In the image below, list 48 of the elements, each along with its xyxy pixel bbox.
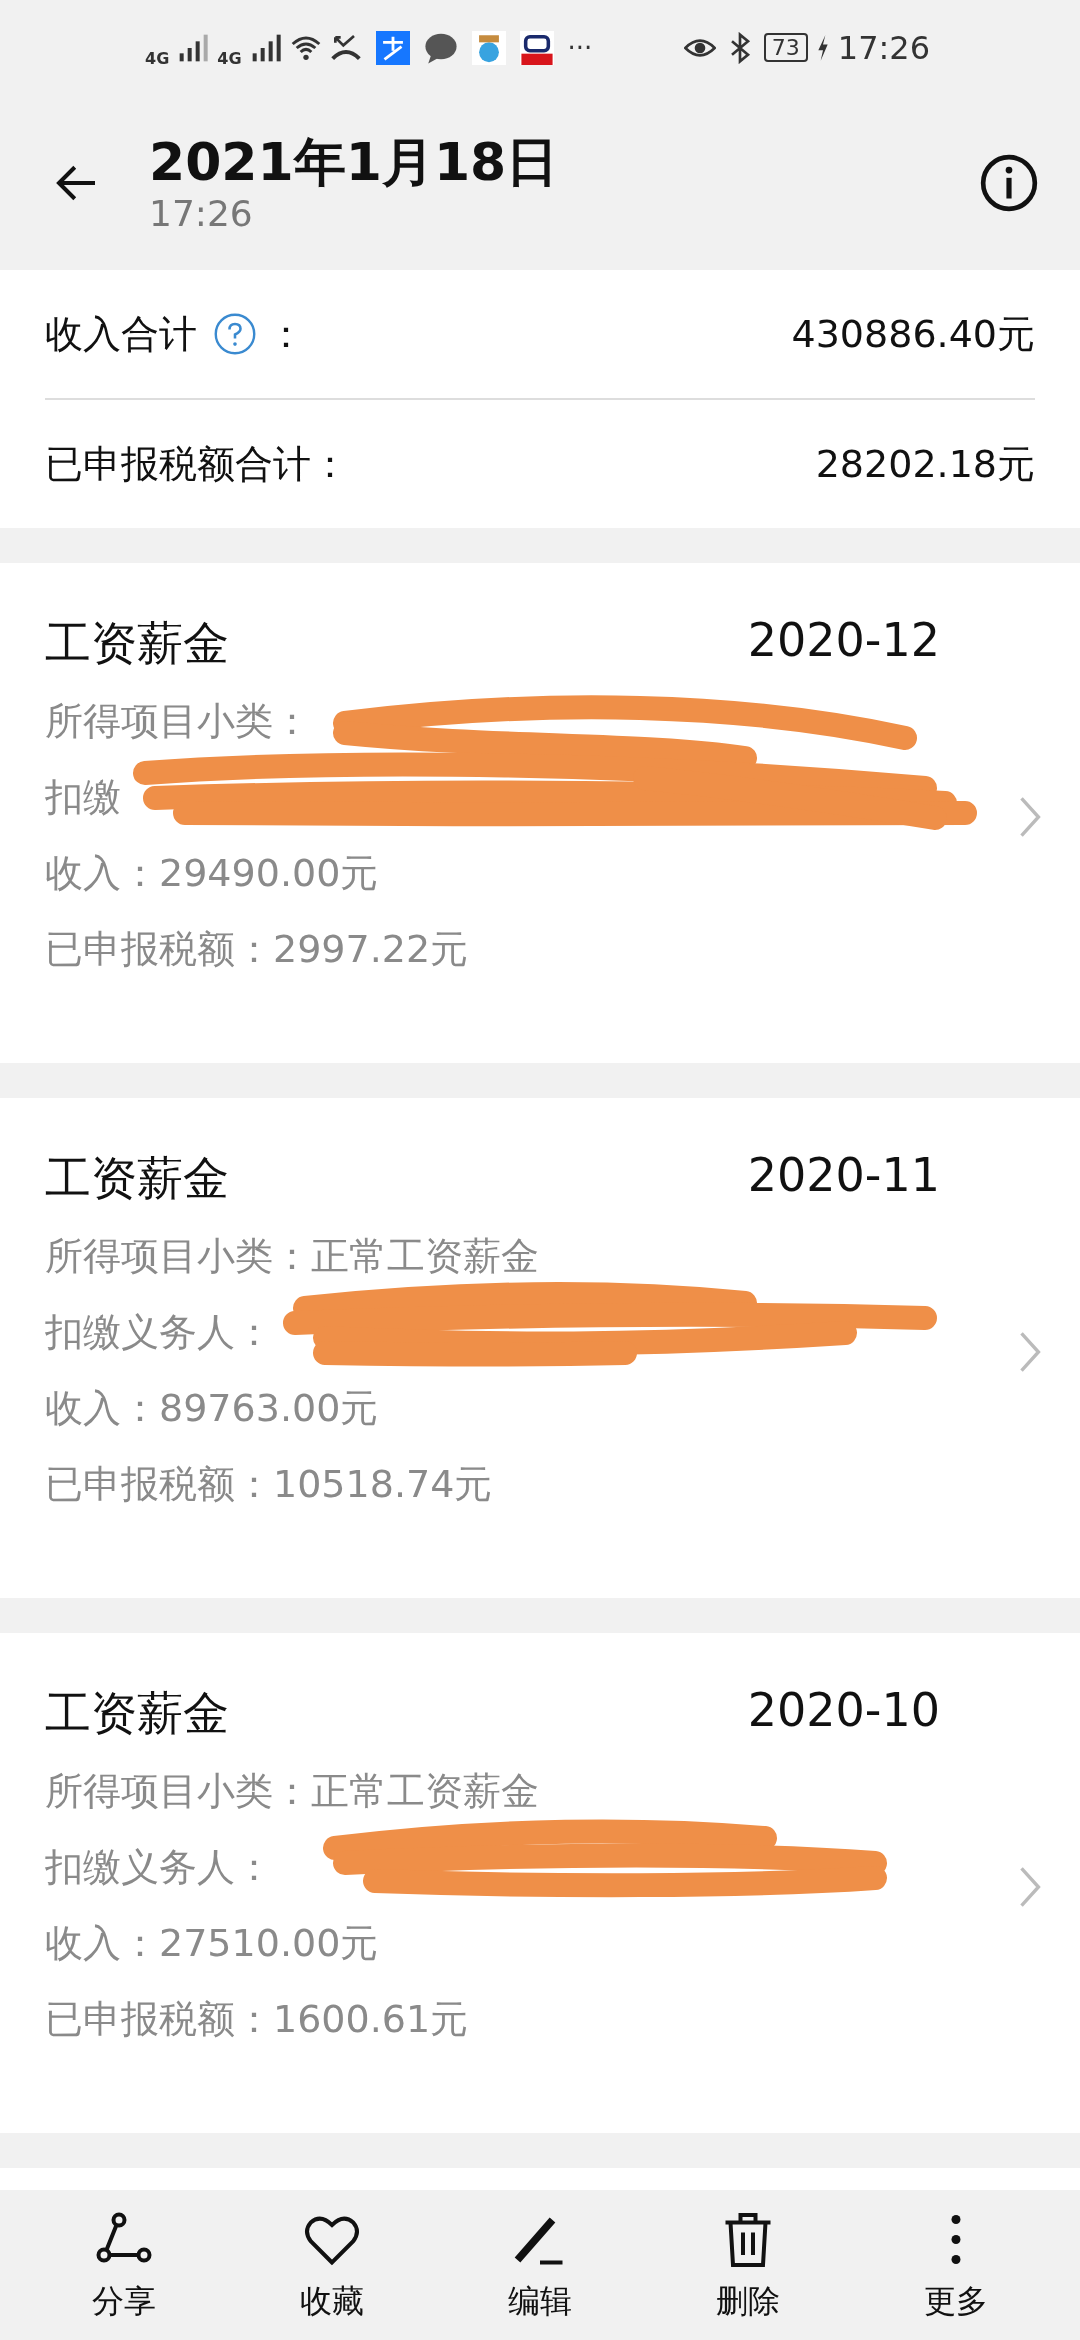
more-notifications: ··· bbox=[567, 32, 593, 63]
app-icon bbox=[519, 30, 554, 65]
withholder-label: 扣缴 bbox=[45, 774, 121, 821]
subcategory-label: 所得项目小类： bbox=[45, 698, 311, 745]
chevron-icon bbox=[1018, 795, 1042, 839]
more-icon bbox=[951, 2214, 961, 2265]
favorite-button[interactable]: 收藏 bbox=[252, 2190, 412, 2340]
more-button[interactable]: 更多 bbox=[876, 2190, 1036, 2340]
record-card[interactable]: 工资薪金 2020-11 所得项目小类：正常工资薪金 扣缴义务人： 收入：89763.00元 已申报税额：10518.74元 bbox=[0, 1098, 1080, 1598]
income-text: 收入：27510.00元 bbox=[45, 1920, 380, 1967]
record-title: 工资薪金 bbox=[45, 1150, 229, 1207]
chevron-icon bbox=[1018, 1330, 1042, 1374]
subcategory-label: 所得项目小类： bbox=[45, 1233, 311, 1280]
network-label: 4G bbox=[145, 49, 170, 68]
record-period: 2020-11 bbox=[747, 1148, 940, 1204]
record-title: 工资薪金 bbox=[45, 615, 229, 672]
summary-label: 已申报税额合计： bbox=[45, 440, 349, 488]
tax-text: 已申报税额：2997.22元 bbox=[45, 926, 470, 973]
help-icon[interactable] bbox=[213, 312, 257, 356]
record-period: 2020-12 bbox=[747, 613, 940, 669]
income-text: 收入：89763.00元 bbox=[45, 1385, 380, 1432]
page-subtitle: 17:26 bbox=[149, 193, 254, 235]
edit-button[interactable]: 编辑 bbox=[460, 2190, 620, 2340]
record-period: 2020-10 bbox=[747, 1683, 940, 1739]
app-icon bbox=[375, 30, 410, 65]
page-title: 2021年1月18日 bbox=[149, 130, 559, 194]
summary-value: 430886.40元 bbox=[791, 310, 1035, 358]
chevron-icon bbox=[1018, 1865, 1042, 1909]
subcategory-label: 所得项目小类： bbox=[45, 1768, 311, 1815]
subcategory-value: 正常工资薪金 bbox=[311, 1768, 539, 1815]
tax-text: 已申报税额：1600.61元 bbox=[45, 1996, 470, 2043]
withholder-label: 扣缴义务人： bbox=[45, 1309, 273, 1356]
share-button[interactable]: 分享 bbox=[44, 2190, 204, 2340]
app-icon bbox=[471, 30, 506, 65]
summary-value: 28202.18元 bbox=[815, 440, 1035, 488]
summary-label: 收入合计 bbox=[45, 310, 197, 358]
income-text: 收入：29490.00元 bbox=[45, 850, 380, 897]
record-card[interactable]: 工资薪金 2020-10 所得项目小类：正常工资薪金 扣缴义务人： 收入：27510.00元 已申报税额：1600.61元 bbox=[0, 1633, 1080, 2133]
tax-text: 已申报税额：10518.74元 bbox=[45, 1461, 494, 1508]
network-label: 4G bbox=[217, 49, 242, 68]
battery-icon: 73 bbox=[763, 33, 808, 62]
record-card[interactable]: 工资薪金 2020-12 所得项目小类： 扣缴 收入：29490.00元 已申报税额：2997.22元 bbox=[0, 563, 1080, 1063]
record-title: 工资薪金 bbox=[45, 1685, 229, 1742]
colon: ： bbox=[267, 310, 305, 358]
subcategory-value: 正常工资薪金 bbox=[311, 1233, 539, 1280]
delete-button[interactable]: 删除 bbox=[668, 2190, 828, 2340]
withholder-label: 扣缴义务人： bbox=[45, 1844, 273, 1891]
clock: 17:26 bbox=[837, 28, 930, 67]
